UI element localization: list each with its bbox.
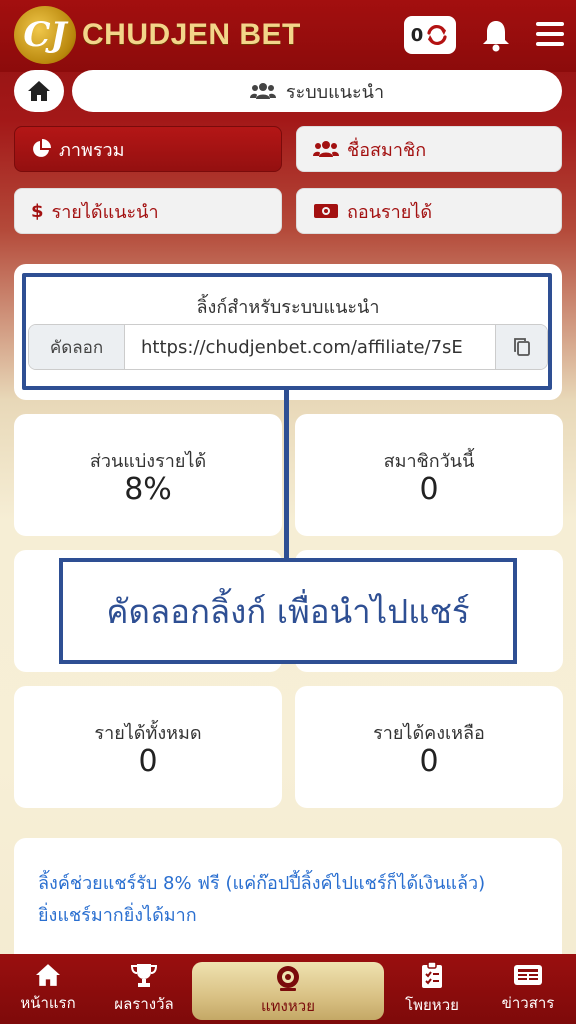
breadcrumb-label: ระบบแนะนำ <box>285 81 385 103</box>
nav-tickets[interactable]: โพยหวย <box>384 954 480 1024</box>
stat-label: สมาชิกวันนี้ <box>383 451 475 472</box>
bell-icon[interactable] <box>481 18 511 52</box>
nav-news[interactable]: ข่าวสาร <box>480 954 576 1024</box>
nav-label: หน้าแรก <box>20 994 76 1012</box>
money-bill-icon <box>314 204 338 218</box>
tab-withdraw[interactable]: ถอนรายได้ <box>296 188 562 234</box>
breadcrumb: ระบบแนะนำ <box>72 70 562 112</box>
refresh-icon <box>427 24 447 46</box>
home-icon <box>36 964 60 986</box>
tab-label: ชื่อสมาชิก <box>347 139 427 161</box>
newspaper-icon <box>514 965 542 985</box>
users-icon <box>249 83 276 99</box>
stat-remaining-income: รายได้คงเหลือ 0 <box>295 686 563 808</box>
nav-home[interactable]: หน้าแรก <box>0 954 96 1024</box>
copy-link-callout: คัดลอกลิ้งก์ เพื่อนำไปแชร์ <box>59 558 517 664</box>
home-button[interactable] <box>14 70 64 112</box>
nav-results[interactable]: ผลรางวัล <box>96 954 192 1024</box>
dollar-icon: $ <box>31 200 44 222</box>
stat-revenue-share: ส่วนแบ่งรายได้ 8% <box>14 414 282 536</box>
stat-label: รายได้คงเหลือ <box>373 723 485 744</box>
app-header: CJ CHUDJEN BET 0 <box>0 0 576 72</box>
home-icon <box>28 81 50 101</box>
info-line: ยิ่งแชร์มากยิ่งได้มาก <box>38 905 197 926</box>
nav-label: ข่าวสาร <box>501 994 555 1012</box>
trophy-icon <box>130 964 158 987</box>
stat-value: 0 <box>138 744 158 779</box>
clipboard-icon <box>422 961 442 988</box>
users-icon <box>313 141 339 157</box>
pie-chart-icon <box>33 139 51 157</box>
brand-name[interactable]: CHUDJEN BET <box>82 18 301 52</box>
brand-logo[interactable]: CJ <box>14 6 76 64</box>
stat-members-today: สมาชิกวันนี้ 0 <box>295 414 563 536</box>
callout-connector <box>284 389 289 559</box>
tab-referral-income[interactable]: $ รายได้แนะนำ <box>14 188 282 234</box>
tab-label: ถอนรายได้ <box>347 201 433 223</box>
tab-label: ภาพรวม <box>59 139 125 161</box>
hamburger-menu-icon[interactable] <box>536 22 564 48</box>
tab-overview[interactable]: ภาพรวม <box>14 126 282 172</box>
balance-value: 0 <box>410 24 424 46</box>
info-card: ลิ้งค์ช่วยแชร์รับ 8% ฟรี (แค่ก๊อปปี้ลิ้ง… <box>14 838 562 968</box>
balance-refresh-button[interactable]: 0 <box>404 16 456 54</box>
link-highlight-frame <box>22 273 552 390</box>
stat-value: 0 <box>419 744 439 779</box>
nav-label: แทงหวย <box>261 997 315 1015</box>
nav-lotto[interactable]: แทงหวย <box>192 962 384 1020</box>
tab-members[interactable]: ชื่อสมาชิก <box>296 126 562 172</box>
lotto-ball-icon <box>277 966 299 991</box>
stat-label: รายได้ทั้งหมด <box>94 723 202 744</box>
info-line: ลิ้งค์ช่วยแชร์รับ 8% ฟรี (แค่ก๊อปปี้ลิ้ง… <box>38 873 486 894</box>
stat-value: 0 <box>419 472 439 507</box>
stat-total-income: รายได้ทั้งหมด 0 <box>14 686 282 808</box>
nav-label: ผลรางวัล <box>114 995 174 1013</box>
tab-label: รายได้แนะนำ <box>51 201 159 223</box>
nav-label: โพยหวย <box>405 996 459 1014</box>
stat-value: 8% <box>124 472 172 507</box>
bottom-nav: หน้าแรก ผลรางวัล แทงหวย โพยหวย ข่าวสาร <box>0 954 576 1024</box>
stat-label: ส่วนแบ่งรายได้ <box>89 451 207 472</box>
